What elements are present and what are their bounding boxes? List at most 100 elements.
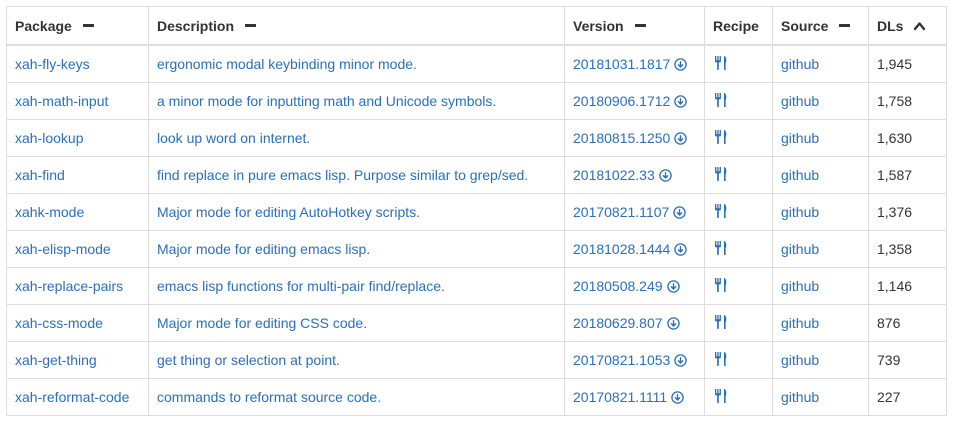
description-link[interactable]: Major mode for editing emacs lisp. (157, 241, 370, 257)
download-icon (674, 57, 688, 71)
version-download-link[interactable]: 20170821.1053 (573, 352, 688, 368)
version-cell: 20180906.1712 (564, 82, 705, 120)
cutlery-icon[interactable] (713, 277, 729, 293)
source-link[interactable]: github (781, 204, 819, 220)
column-header-dls[interactable]: DLs (868, 6, 947, 46)
dls-cell: 739 (868, 341, 947, 379)
minus-icon[interactable] (82, 19, 96, 33)
source-cell: github (772, 82, 869, 120)
cutlery-icon[interactable] (713, 240, 729, 256)
table-row: xahk-mode Major mode for editing AutoHot… (6, 193, 947, 231)
download-count: 1,945 (877, 56, 913, 72)
cutlery-icon[interactable] (713, 351, 729, 367)
minus-icon[interactable] (838, 19, 852, 33)
source-link[interactable]: github (781, 130, 819, 146)
version-download-link[interactable]: 20180629.807 (573, 315, 680, 331)
source-link[interactable]: github (781, 167, 819, 183)
package-link[interactable]: xah-reformat-code (15, 389, 129, 405)
column-header-source-label: Source (781, 17, 829, 34)
package-link[interactable]: xah-elisp-mode (15, 241, 111, 257)
description-link[interactable]: get thing or selection at point. (157, 352, 340, 368)
package-cell: xah-fly-keys (6, 44, 149, 83)
package-link[interactable]: xah-get-thing (15, 352, 97, 368)
version-label: 20170821.1053 (573, 352, 671, 368)
cutlery-icon[interactable] (713, 92, 729, 108)
cutlery-icon[interactable] (713, 129, 729, 145)
version-download-link[interactable]: 20180815.1250 (573, 130, 688, 146)
description-link[interactable]: Major mode for editing CSS code. (157, 315, 367, 331)
package-link[interactable]: xah-lookup (15, 130, 84, 146)
dls-cell: 1,587 (868, 156, 947, 194)
version-label: 20181022.33 (573, 167, 655, 183)
description-link[interactable]: emacs lisp functions for multi-pair find… (157, 278, 445, 294)
column-header-package-label: Package (15, 17, 72, 34)
recipe-cell (704, 341, 773, 379)
dls-cell: 1,758 (868, 82, 947, 120)
version-cell: 20180508.249 (564, 267, 705, 305)
dls-cell: 1,376 (868, 193, 947, 231)
cutlery-icon[interactable] (713, 55, 729, 71)
version-download-link[interactable]: 20181022.33 (573, 167, 672, 183)
column-header-source[interactable]: Source (772, 6, 869, 46)
download-count: 739 (877, 352, 901, 368)
source-cell: github (772, 193, 869, 231)
description-cell: Major mode for editing emacs lisp. (148, 230, 565, 268)
package-cell: xah-find (6, 156, 149, 194)
version-cell: 20170821.1107 (564, 193, 705, 231)
download-icon (674, 131, 688, 145)
source-cell: github (772, 119, 869, 157)
download-count: 227 (877, 389, 901, 405)
download-icon (674, 353, 688, 367)
description-link[interactable]: commands to reformat source code. (157, 389, 381, 405)
package-link[interactable]: xah-css-mode (15, 315, 103, 331)
description-link[interactable]: look up word on internet. (157, 130, 310, 146)
column-header-description[interactable]: Description (148, 6, 565, 46)
version-download-link[interactable]: 20180906.1712 (573, 93, 688, 109)
table-row: xah-get-thing get thing or selection at … (6, 341, 947, 379)
source-link[interactable]: github (781, 315, 819, 331)
package-link[interactable]: xah-fly-keys (15, 56, 90, 72)
recipe-cell (704, 82, 773, 120)
source-link[interactable]: github (781, 56, 819, 72)
description-link[interactable]: find replace in pure emacs lisp. Purpose… (157, 167, 528, 183)
version-label: 20170821.1111 (573, 389, 668, 405)
package-link[interactable]: xah-replace-pairs (15, 278, 123, 294)
package-link[interactable]: xahk-mode (15, 204, 84, 220)
column-header-package[interactable]: Package (6, 6, 149, 46)
version-label: 20180629.807 (573, 315, 663, 331)
minus-icon[interactable] (634, 19, 648, 33)
download-icon (666, 316, 680, 330)
package-link[interactable]: xah-find (15, 167, 65, 183)
version-cell: 20181031.1817 (564, 44, 705, 83)
version-cell: 20170821.1111 (564, 378, 705, 416)
version-download-link[interactable]: 20170821.1111 (573, 389, 684, 405)
cutlery-icon[interactable] (713, 166, 729, 182)
source-link[interactable]: github (781, 241, 819, 257)
source-link[interactable]: github (781, 352, 819, 368)
dls-cell: 1,358 (868, 230, 947, 268)
download-count: 1,146 (877, 278, 913, 294)
version-download-link[interactable]: 20180508.249 (573, 278, 680, 294)
column-header-version[interactable]: Version (564, 6, 705, 46)
description-link[interactable]: a minor mode for inputting math and Unic… (157, 93, 496, 109)
version-label: 20170821.1107 (573, 204, 670, 220)
caret-up-icon[interactable] (913, 19, 927, 33)
cutlery-icon[interactable] (713, 388, 729, 404)
recipe-cell (704, 304, 773, 342)
source-link[interactable]: github (781, 93, 819, 109)
cutlery-icon[interactable] (713, 203, 729, 219)
package-link[interactable]: xah-math-input (15, 93, 108, 109)
description-link[interactable]: ergonomic modal keybinding minor mode. (157, 56, 417, 72)
dls-cell: 876 (868, 304, 947, 342)
cutlery-icon[interactable] (713, 314, 729, 330)
description-link[interactable]: Major mode for editing AutoHotkey script… (157, 204, 420, 220)
source-link[interactable]: github (781, 389, 819, 405)
version-download-link[interactable]: 20181031.1817 (573, 56, 688, 72)
minus-icon[interactable] (244, 19, 258, 33)
version-download-link[interactable]: 20170821.1107 (573, 204, 687, 220)
version-download-link[interactable]: 20181028.1444 (573, 241, 688, 257)
column-header-dls-label: DLs (877, 17, 904, 34)
recipe-cell (704, 267, 773, 305)
description-cell: ergonomic modal keybinding minor mode. (148, 44, 565, 83)
source-link[interactable]: github (781, 278, 819, 294)
